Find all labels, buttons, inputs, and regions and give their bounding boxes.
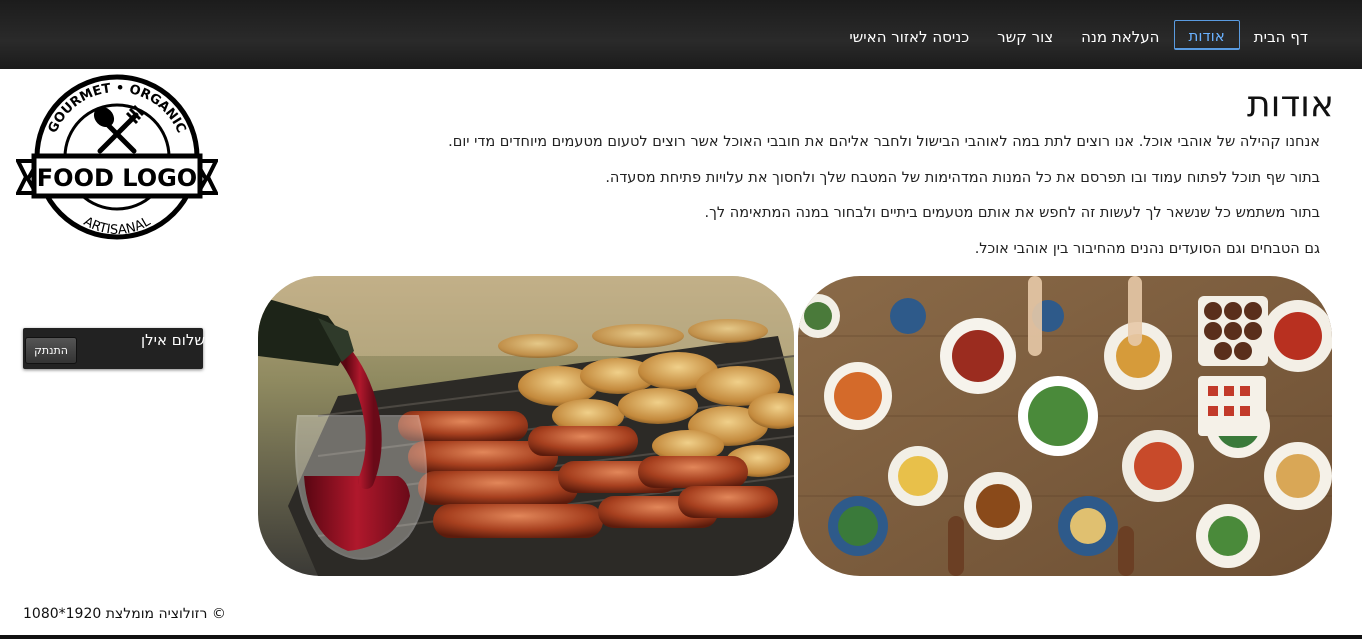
nav-menu: דף הבית אודות העלאת מנה צור קשר כניסה לא…: [835, 20, 1322, 50]
user-panel: שלום אילן התנתק: [23, 328, 205, 369]
about-paragraph: אנחנו קהילה של אוהבי אוכל. אנו רוצים לתת…: [448, 134, 1320, 150]
nav-item-upload-dish[interactable]: העלאת מנה: [1067, 20, 1173, 50]
nav-item-about[interactable]: אודות: [1173, 20, 1240, 50]
user-greeting: שלום אילן: [141, 331, 205, 349]
nav-item-personal-area[interactable]: כניסה לאזור האישי: [835, 20, 983, 50]
site-logo[interactable]: GOURMET • ORGANIC FOOD LOGO ARTISANAL: [14, 73, 220, 243]
about-paragraph: בתור משתמש כל שנשאר לך לעשות זה לחפש את …: [704, 205, 1321, 221]
page-title: אודות: [1247, 84, 1334, 125]
about-text: אנחנו קהילה של אוהבי אוכל. אנו רוצים לתת…: [340, 133, 1320, 275]
logout-button[interactable]: התנתק: [25, 337, 77, 364]
top-navbar: דף הבית אודות העלאת מנה צור קשר כניסה לא…: [0, 0, 1362, 69]
nav-item-contact[interactable]: צור קשר: [983, 20, 1067, 50]
about-paragraph: גם הטבחים וגם הסועדים נהנים מהחיבור בין …: [974, 240, 1320, 257]
grill-and-wine-photo: [258, 276, 794, 576]
nav-item-home[interactable]: דף הבית: [1240, 20, 1322, 50]
footer-divider: [0, 635, 1362, 639]
about-paragraph: בתור שף תוכל לפתוח עמוד ובו תפרסם את כל …: [605, 169, 1320, 186]
svg-text:FOOD LOGO: FOOD LOGO: [37, 164, 197, 192]
footer-resolution-note: © רזולוציה מומלצת 1920*1080: [23, 606, 226, 622]
food-table-photo: [798, 276, 1332, 576]
